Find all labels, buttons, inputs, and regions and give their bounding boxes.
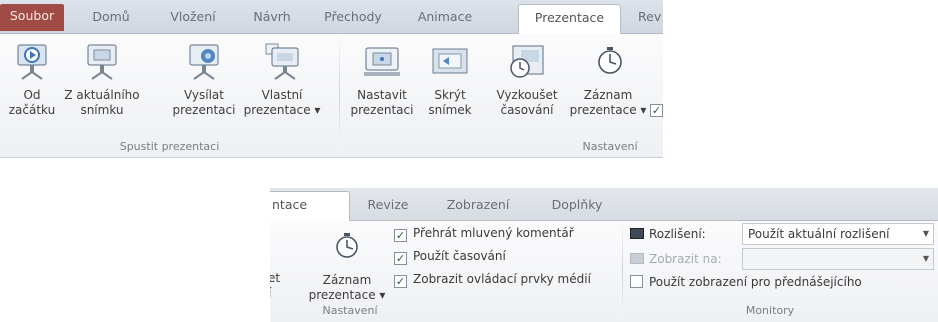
ribbon-tab-bar: Soubor Domů Vložení Návrh Přechody Anima…	[0, 0, 663, 35]
monitor-icon	[630, 228, 644, 239]
broadcast-slideshow-button[interactable]: Vysílat prezentaci	[168, 42, 240, 118]
broadcast-slideshow-icon	[184, 42, 224, 82]
resolution-label: Rozlišení:	[649, 227, 706, 241]
record-slideshow-label-2: prezentace ▾	[308, 288, 386, 302]
chevron-down-icon: ▼	[922, 229, 929, 238]
cut-checkbox[interactable]: ✓	[650, 104, 663, 117]
broadcast-label-2: prezentaci	[172, 103, 236, 117]
record-slideshow-icon	[588, 42, 628, 82]
rehearse-timings-icon	[507, 42, 547, 82]
ribbon-bottom: ntace Revize Zobrazení Doplňky et í Zázn…	[270, 188, 938, 322]
from-beginning-label-1: Od	[23, 88, 41, 102]
cut-button-text: et í	[270, 271, 288, 301]
custom-slideshow-label-1: Vlastní	[261, 88, 303, 102]
resolution-value: Použít aktuální rozlišení	[748, 227, 890, 241]
play-from-current-icon	[82, 42, 122, 82]
use-timings-checkbox[interactable]: ✓	[394, 252, 407, 265]
show-on-row: Zobrazit na:	[630, 251, 722, 267]
ribbon-body-2: et í Záznam prezentace ▾ ✓ Přehrát mluven…	[270, 221, 938, 322]
ribbon-top: Soubor Domů Vložení Návrh Přechody Anima…	[0, 0, 663, 161]
tab-file[interactable]: Soubor	[0, 4, 64, 31]
hide-slide-label-1: Skrýt	[434, 88, 466, 102]
group-label-setup: Nastavení	[582, 140, 638, 153]
group-label-setup: Nastavení	[322, 304, 378, 317]
custom-slideshow-icon	[262, 42, 302, 82]
hide-slide-icon	[430, 42, 470, 82]
tab-insert[interactable]: Vložení	[160, 6, 226, 34]
show-media-controls-checkbox[interactable]: ✓	[394, 275, 407, 288]
cut-text-1: et	[270, 271, 281, 285]
group-label-monitors: Monitory	[745, 304, 795, 317]
custom-slideshow-label-2: prezentace ▾	[243, 103, 321, 117]
chevron-down-icon: ▼	[922, 254, 929, 263]
play-narrations-row[interactable]: ✓ Přehrát mluvený komentář	[394, 225, 574, 242]
hide-slide-button[interactable]: Skrýt snímek	[420, 42, 480, 118]
tab-home[interactable]: Domů	[82, 6, 140, 34]
use-timings-label: Použít časování	[413, 249, 506, 263]
from-beginning-label-2: začátku	[8, 103, 56, 117]
tab-review[interactable]: Revize	[362, 194, 414, 221]
custom-slideshow-button[interactable]: Vlastní prezentace ▾	[240, 42, 324, 118]
tab-review[interactable]: Rev	[638, 6, 663, 34]
cut-text-2: í	[270, 286, 288, 301]
rehearse-timings-label-1: Vyzkoušet	[496, 88, 558, 102]
setup-slideshow-button[interactable]: Nastavit prezentaci	[346, 42, 418, 118]
presenter-view-checkbox[interactable]	[630, 275, 643, 288]
rehearse-timings-button[interactable]: Vyzkoušet časování	[490, 42, 564, 118]
show-media-controls-label: Zobrazit ovládací prvky médií	[413, 272, 591, 286]
presenter-view-label: Použít zobrazení pro přednášejícího	[649, 275, 862, 289]
from-current-label-2: snímku	[80, 103, 124, 117]
play-narrations-label: Přehrát mluvený komentář	[413, 226, 574, 240]
record-slideshow-button-2[interactable]: Záznam prezentace ▾	[304, 227, 390, 303]
from-current-slide-button[interactable]: Z aktuálního snímku	[60, 42, 144, 118]
use-timings-row[interactable]: ✓ Použít časování	[394, 248, 506, 265]
record-slideshow-button[interactable]: Záznam prezentace ▾	[568, 42, 648, 118]
show-on-label: Zobrazit na:	[649, 252, 722, 266]
play-from-start-icon	[12, 42, 52, 82]
tab-slideshow-cut[interactable]: ntace	[270, 191, 350, 222]
broadcast-label-1: Vysílat	[184, 88, 224, 102]
resolution-dropdown[interactable]: Použít aktuální rozlišení ▼	[742, 223, 934, 245]
setup-slideshow-label-2: prezentaci	[350, 103, 414, 117]
tab-design[interactable]: Návrh	[244, 6, 300, 34]
presenter-view-row[interactable]: Použít zobrazení pro přednášejícího	[630, 274, 862, 290]
resolution-row: Rozlišení:	[630, 226, 706, 242]
tab-view[interactable]: Zobrazení	[438, 194, 518, 221]
tab-slideshow[interactable]: Prezentace	[518, 4, 621, 35]
from-beginning-button[interactable]: Od začátku	[8, 42, 56, 118]
monitor-dim-icon	[630, 253, 644, 264]
tab-animations[interactable]: Animace	[410, 6, 480, 34]
tab-addins[interactable]: Doplňky	[544, 194, 610, 221]
from-current-label-1: Z aktuálního	[64, 88, 140, 102]
record-slideshow-label-1: Záznam	[583, 88, 633, 102]
ribbon-body: Od začátku Z aktuálního snímku Vysílat p…	[0, 34, 663, 158]
show-media-controls-row[interactable]: ✓ Zobrazit ovládací prvky médií	[394, 271, 591, 288]
show-on-dropdown[interactable]: ▼	[742, 248, 934, 270]
tab-transitions[interactable]: Přechody	[316, 6, 390, 34]
record-slideshow-label-1: Záznam	[322, 273, 372, 287]
setup-slideshow-icon	[362, 42, 402, 82]
record-slideshow-label-2: prezentace ▾	[569, 103, 647, 117]
group-separator	[622, 223, 623, 319]
group-label-start: Spustit prezentaci	[119, 140, 220, 153]
record-slideshow-icon	[327, 227, 367, 267]
hide-slide-label-2: snímek	[428, 103, 472, 117]
setup-slideshow-label-1: Nastavit	[357, 88, 407, 102]
group-separator	[339, 38, 340, 152]
rehearse-timings-label-2: časování	[500, 103, 554, 117]
play-narrations-checkbox[interactable]: ✓	[394, 229, 407, 242]
ribbon-tab-bar-2: ntace Revize Zobrazení Doplňky	[270, 188, 938, 222]
